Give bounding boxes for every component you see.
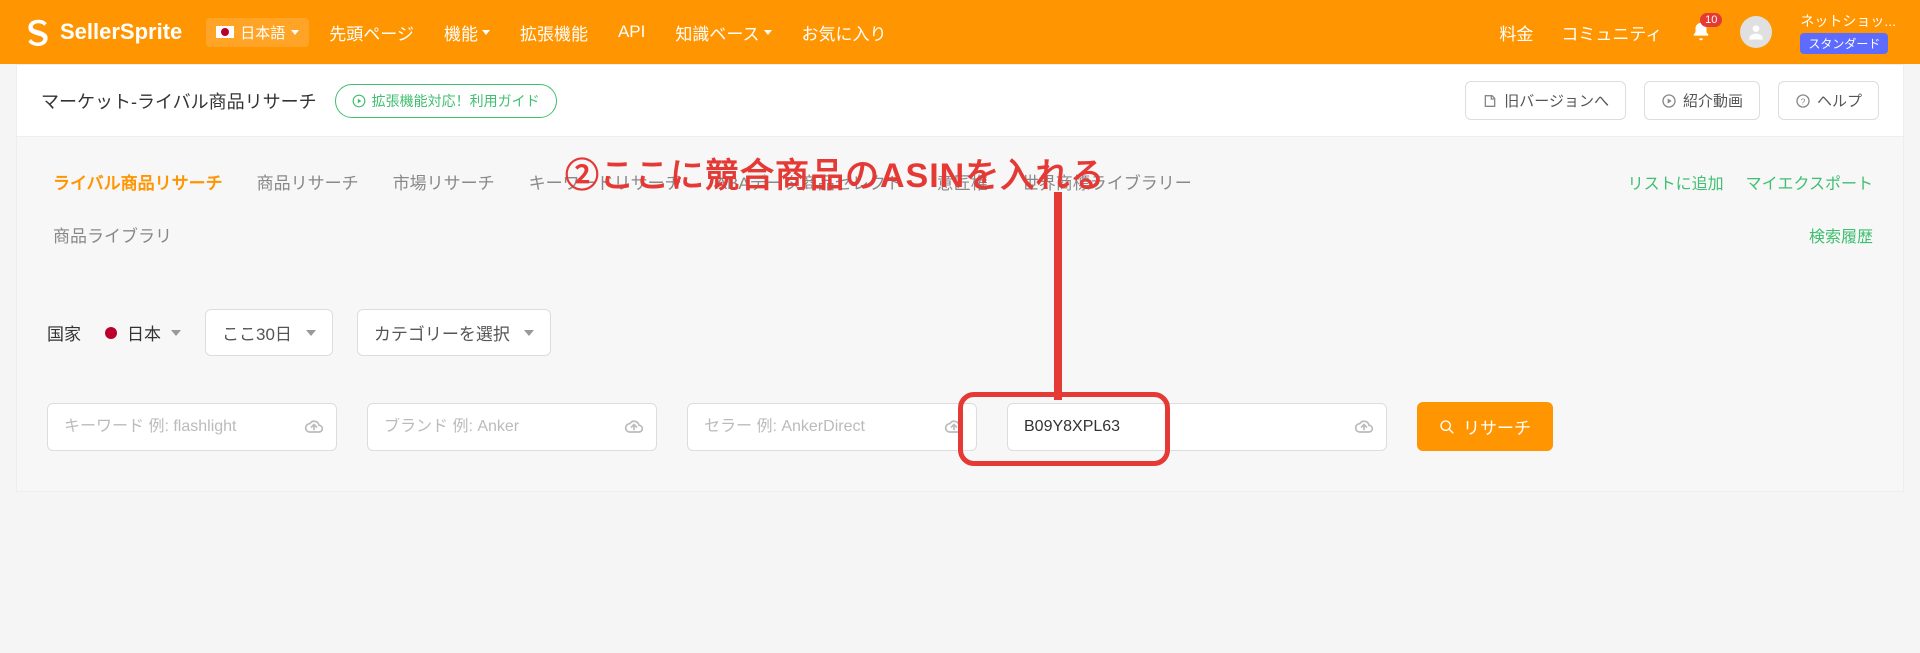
upload-cloud-icon[interactable] xyxy=(304,417,324,437)
tab-aba-select[interactable]: ABAデータ商品セレクト xyxy=(710,161,909,202)
research-button[interactable]: リサーチ xyxy=(1417,402,1553,451)
brand-logo[interactable]: SellerSprite xyxy=(24,18,182,46)
tab-market-research[interactable]: 市場リサーチ xyxy=(387,161,501,202)
help-button[interactable]: ? ヘルプ xyxy=(1778,81,1879,120)
logo-icon xyxy=(24,18,52,46)
brand-field[interactable] xyxy=(367,403,657,451)
tab-product-library[interactable]: 商品ライブラリ xyxy=(47,214,178,255)
language-selector[interactable]: 日本語 xyxy=(206,18,309,47)
seller-field[interactable] xyxy=(687,403,977,451)
country-selector[interactable]: 日本 xyxy=(105,320,181,345)
country-label: 国家 xyxy=(47,320,81,345)
link-search-history[interactable]: 検索履歴 xyxy=(1809,223,1873,247)
nav-knowledge-base[interactable]: 知識ベース xyxy=(675,20,771,45)
keyword-field[interactable] xyxy=(47,403,337,451)
tab-design-rights[interactable]: 意匠権 xyxy=(931,161,994,202)
old-version-button[interactable]: 旧バージョンへ xyxy=(1465,81,1626,120)
user-block[interactable]: ネットショッ... スタンダード xyxy=(1800,11,1896,54)
seller-input[interactable] xyxy=(704,418,932,436)
language-label: 日本語 xyxy=(240,22,285,43)
nav-top[interactable]: 先頭ページ xyxy=(329,20,414,45)
right-nav: 料金 コミュニティ 10 ネットショッ... スタンダード xyxy=(1499,11,1896,54)
chevron-down-icon xyxy=(482,30,490,35)
keyword-input[interactable] xyxy=(64,418,292,436)
upload-cloud-icon[interactable] xyxy=(624,417,644,437)
extension-guide-button[interactable]: 拡張機能対応！利用ガイド xyxy=(335,84,557,118)
export-icon xyxy=(1482,93,1498,109)
filters-row: 国家 日本 ここ30日 カテゴリーを選択 xyxy=(47,309,1873,356)
tab-product-research[interactable]: 商品リサーチ xyxy=(251,161,365,202)
asin-field[interactable] xyxy=(1007,403,1387,451)
app-header: SellerSprite 日本語 先頭ページ 機能 拡張機能 API 知識ベース… xyxy=(0,0,1920,64)
upload-cloud-icon[interactable] xyxy=(944,417,964,437)
japan-flag-icon xyxy=(216,26,234,38)
period-selector[interactable]: ここ30日 xyxy=(205,309,333,356)
tabs-row-1: ライバル商品リサーチ 商品リサーチ 市場リサーチ キーワードリサーチ ABAデー… xyxy=(47,161,1873,202)
search-icon xyxy=(1439,419,1455,435)
link-add-to-list[interactable]: リストに追加 xyxy=(1628,170,1724,194)
page-titlebar: マーケット-ライバル商品リサーチ 拡張機能対応！利用ガイド 旧バージョンへ 紹介… xyxy=(17,65,1903,137)
tabs-row-2: 商品ライブラリ 検索履歴 xyxy=(47,214,1873,255)
plan-badge: スタンダード xyxy=(1800,33,1888,54)
user-name: ネットショッ... xyxy=(1800,11,1896,31)
chevron-down-icon xyxy=(306,330,316,336)
play-circle-icon xyxy=(352,94,366,108)
nav-community[interactable]: コミュニティ xyxy=(1561,20,1662,45)
nav-favorites[interactable]: お気に入り xyxy=(802,20,887,45)
play-circle-icon xyxy=(1661,93,1677,109)
brand-input[interactable] xyxy=(384,418,612,436)
upload-cloud-icon[interactable] xyxy=(1354,417,1374,437)
avatar[interactable] xyxy=(1740,16,1772,48)
link-my-export[interactable]: マイエクスポート xyxy=(1746,170,1873,194)
chevron-down-icon xyxy=(764,30,772,35)
chevron-down-icon xyxy=(291,30,299,35)
asin-input[interactable] xyxy=(1024,418,1342,436)
svg-text:?: ? xyxy=(1801,96,1806,106)
tab-world-trademark[interactable]: 世界商標ライブラリー xyxy=(1016,161,1198,202)
notifications-button[interactable]: 10 xyxy=(1690,21,1712,43)
chevron-down-icon xyxy=(524,330,534,336)
intro-video-button[interactable]: 紹介動画 xyxy=(1644,81,1760,120)
main-nav: 先頭ページ 機能 拡張機能 API 知識ベース お気に入り xyxy=(329,20,886,45)
search-inputs-row: リサーチ xyxy=(47,402,1873,451)
question-circle-icon: ? xyxy=(1795,93,1811,109)
japan-flag-icon xyxy=(105,327,117,339)
nav-pricing[interactable]: 料金 xyxy=(1499,20,1533,45)
notification-count-badge: 10 xyxy=(1700,13,1722,27)
page-title: マーケット-ライバル商品リサーチ xyxy=(41,88,317,114)
user-icon xyxy=(1746,22,1766,42)
category-selector[interactable]: カテゴリーを選択 xyxy=(357,309,551,356)
brand-name: SellerSprite xyxy=(60,19,182,45)
tab-keyword-research[interactable]: キーワードリサーチ xyxy=(523,161,688,202)
nav-extensions[interactable]: 拡張機能 xyxy=(520,20,588,45)
nav-features[interactable]: 機能 xyxy=(444,20,490,45)
page-container: マーケット-ライバル商品リサーチ 拡張機能対応！利用ガイド 旧バージョンへ 紹介… xyxy=(16,64,1904,492)
nav-api[interactable]: API xyxy=(618,22,645,42)
tab-rival-research[interactable]: ライバル商品リサーチ xyxy=(47,161,229,202)
research-panel: ライバル商品リサーチ 商品リサーチ 市場リサーチ キーワードリサーチ ABAデー… xyxy=(17,137,1903,491)
chevron-down-icon xyxy=(171,330,181,336)
